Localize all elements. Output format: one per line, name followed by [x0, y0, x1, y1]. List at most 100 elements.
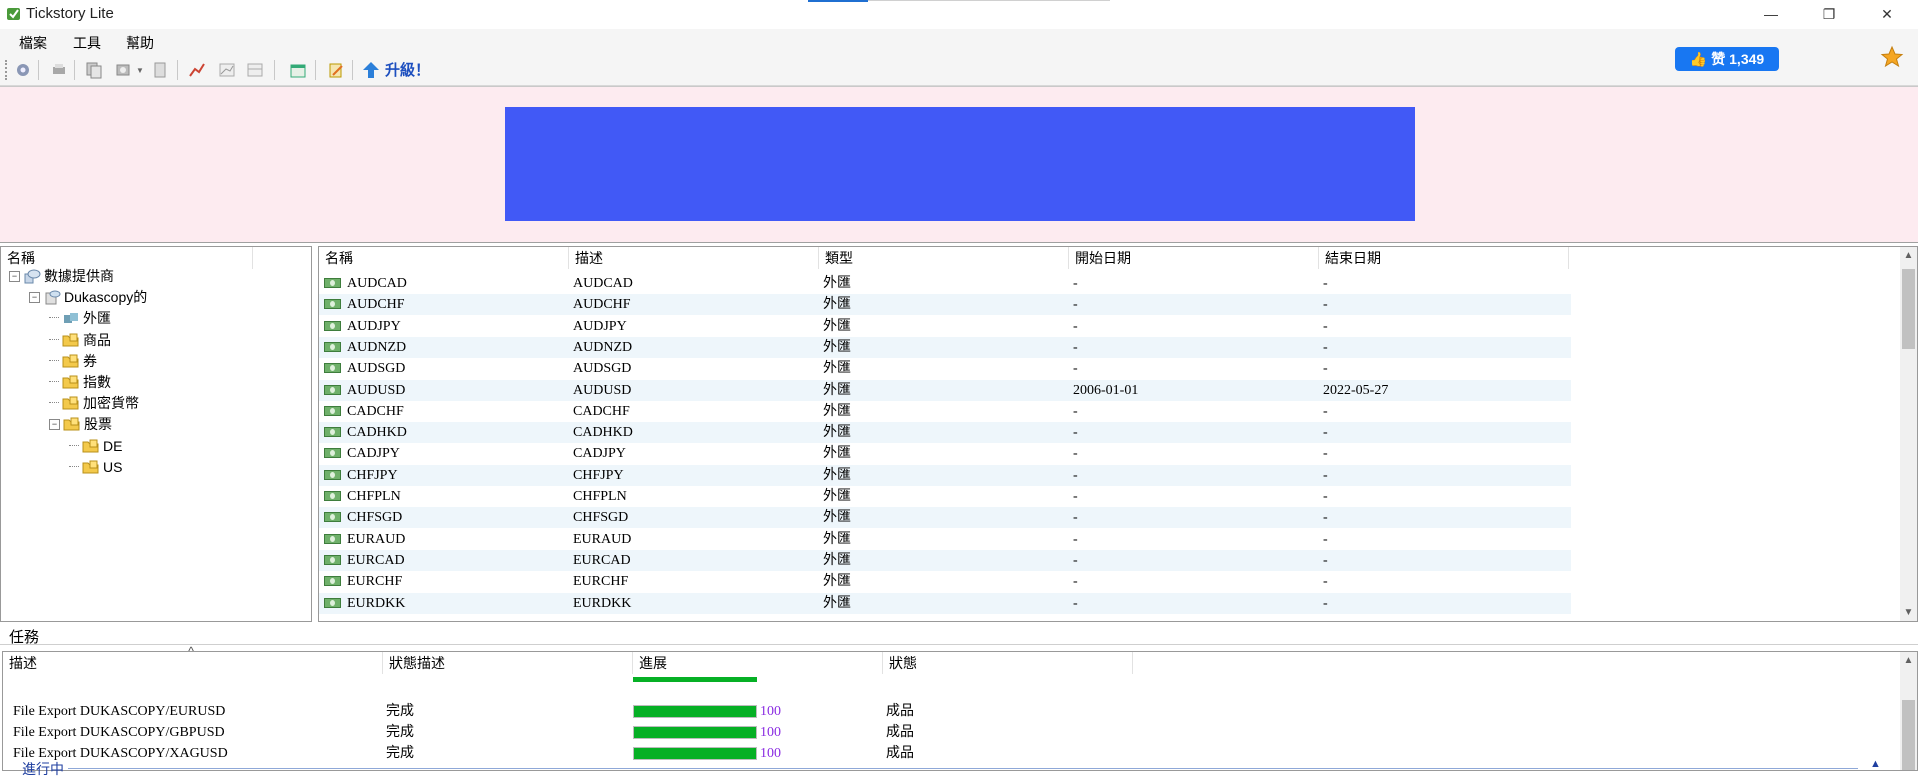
tree-item-label: 加密貨幣	[83, 395, 139, 412]
grid-row[interactable]: AUDSGD AUDSGD 外匯 - -	[319, 358, 1571, 379]
grid-cell: 外匯	[823, 489, 851, 504]
grid-row[interactable]: EURCHF EURCHF 外匯 - -	[319, 571, 1571, 592]
task-column-header[interactable]: 進展	[633, 652, 883, 674]
grid-cell: EURCAD	[347, 552, 405, 568]
task-column-header[interactable]: 狀態描述	[383, 652, 633, 674]
chart-line-icon[interactable]	[218, 61, 236, 79]
chart-edit-icon[interactable]	[188, 61, 206, 79]
upgrade-arrow-icon[interactable]	[362, 61, 380, 79]
settings-gear-icon[interactable]	[14, 61, 32, 79]
scroll-thumb[interactable]	[1902, 700, 1915, 770]
tree-collapse-icon[interactable]: −	[9, 270, 20, 282]
print-icon[interactable]	[50, 61, 68, 79]
task-progress-bar	[633, 726, 757, 740]
tree-item[interactable]: − Dukascopy的	[29, 287, 147, 307]
tree-item[interactable]: 指數	[49, 372, 111, 392]
grid-cell: -	[1073, 531, 1078, 547]
task-row[interactable]: File Export DUKASCOPY/XAGUSD 完成 100 成品	[3, 743, 1143, 764]
grid-row[interactable]: EURAUD EURAUD 外匯 - -	[319, 529, 1571, 550]
tree-item-label: 券	[83, 352, 97, 369]
tasks-vertical-scrollbar[interactable]: ▲	[1900, 652, 1917, 770]
grid-column-header[interactable]: 結束日期	[1319, 247, 1569, 269]
tree-item[interactable]: − 股票	[49, 414, 112, 434]
task-column-header[interactable]: 描述	[3, 652, 383, 674]
scroll-down-icon[interactable]: ▼	[1900, 604, 1917, 621]
menu-help[interactable]: 幫助	[126, 33, 154, 53]
scroll-up-icon[interactable]: ▲	[1900, 247, 1917, 264]
grid-column-header[interactable]: 描述	[569, 247, 819, 269]
forex-banknote-icon	[324, 512, 341, 523]
favorite-star-icon[interactable]	[1880, 45, 1904, 69]
grid-row[interactable]: AUDJPY AUDJPY 外匯 - -	[319, 316, 1571, 337]
grid-row[interactable]: AUDCAD AUDCAD 外匯 - -	[319, 273, 1571, 294]
grid-column-header[interactable]: 名稱	[319, 247, 569, 269]
tree-item[interactable]: 外匯	[49, 308, 111, 328]
edit-pencil-icon[interactable]	[327, 61, 345, 79]
forex-banknote-icon	[324, 278, 341, 288]
scroll-up-icon[interactable]: ▲	[1900, 652, 1917, 669]
copy-document-icon[interactable]	[85, 61, 103, 79]
grid-row[interactable]: AUDUSD AUDUSD 外匯 2006-01-01 2022-05-27	[319, 379, 1571, 401]
tree-item-label: Dukascopy的	[64, 289, 148, 306]
grid-column-header[interactable]: 開始日期	[1069, 247, 1319, 269]
export-dropdown-icon[interactable]	[115, 61, 133, 79]
grid-cell: -	[1323, 489, 1328, 504]
restore-button[interactable]: ❐	[1806, 0, 1852, 28]
grid-cell: -	[1323, 403, 1328, 419]
tree-item[interactable]: DE	[69, 436, 122, 456]
collapse-chevron-icon[interactable]: ▲	[1870, 758, 1881, 770]
ad-banner[interactable]	[505, 107, 1415, 221]
facebook-like-button[interactable]: 👍 赞 1,349	[1675, 47, 1779, 71]
task-description: File Export DUKASCOPY/GBPUSD	[13, 725, 225, 741]
grid-cell: EURAUD	[347, 531, 406, 547]
page-icon[interactable]	[151, 61, 169, 79]
grid-cell: CADHKD	[347, 425, 407, 441]
menu-file[interactable]: 檔案	[19, 33, 47, 53]
running-group-line	[68, 768, 1858, 769]
grid-row[interactable]: CHFPLN CHFPLN 外匯 - -	[319, 486, 1571, 507]
table-icon[interactable]	[246, 61, 264, 79]
grid-row[interactable]: CHFJPY CHFJPY 外匯 - -	[319, 464, 1571, 486]
task-column-header[interactable]: 狀態	[883, 652, 1133, 674]
minimize-button[interactable]: —	[1748, 0, 1794, 28]
upgrade-button[interactable]: 升級！	[385, 59, 430, 80]
grid-vertical-scrollbar[interactable]: ▲ ▼	[1900, 247, 1917, 621]
task-progress-fill	[634, 706, 756, 717]
forex-banknote-icon	[324, 554, 341, 565]
grid-row[interactable]: AUDCHF AUDCHF 外匯 - -	[319, 294, 1571, 316]
tree-item-label: 外匯	[83, 310, 111, 327]
task-row[interactable]: File Export DUKASCOPY/EURUSD 完成 100 成品	[3, 701, 1143, 722]
tree-connector	[49, 402, 59, 404]
grid-column-header[interactable]: 類型	[819, 247, 1069, 269]
grid-row[interactable]: CADJPY CADJPY 外匯 - -	[319, 443, 1571, 464]
grid-cell: -	[1323, 446, 1328, 462]
tree-collapse-icon[interactable]: −	[29, 291, 40, 303]
tree-item[interactable]: − 數據提供商	[9, 266, 114, 286]
forex-banknote-icon	[324, 491, 341, 501]
grid-row[interactable]: CADCHF CADCHF 外匯 - -	[319, 401, 1571, 422]
tree-item[interactable]: US	[69, 457, 122, 477]
close-button[interactable]: ✕	[1864, 0, 1910, 28]
tree-item[interactable]: 商品	[49, 330, 111, 350]
grid-cell: AUDSGD	[573, 361, 632, 377]
toolbar-separator	[177, 60, 178, 80]
tree-connector	[49, 338, 59, 341]
menu-tools[interactable]: 工具	[73, 33, 101, 53]
tree-item[interactable]: 券	[49, 351, 97, 371]
grid-row[interactable]: CHFSGD CHFSGD 外匯 - -	[319, 507, 1571, 529]
task-row[interactable]: File Export DUKASCOPY/GBPUSD 完成 100 成品	[3, 722, 1143, 743]
chevron-down-icon[interactable]: ▼	[136, 66, 144, 75]
calendar-add-icon[interactable]	[289, 61, 307, 79]
task-status-description: 完成	[386, 746, 414, 762]
grid-row[interactable]: CADHKD CADHKD 外匯 - -	[319, 422, 1571, 444]
provider-icon	[45, 290, 61, 305]
forex-banknote-icon	[324, 405, 341, 416]
grid-row[interactable]: EURCAD EURCAD 外匯 - -	[319, 549, 1571, 571]
grid-row[interactable]: AUDNZD AUDNZD 外匯 - -	[319, 336, 1571, 358]
tree-collapse-icon[interactable]: −	[49, 418, 60, 430]
grid-cell: 外匯	[823, 318, 851, 334]
tree-item-label: US	[103, 458, 123, 475]
scroll-thumb[interactable]	[1902, 269, 1915, 349]
grid-row[interactable]: EURDKK EURDKK 外匯 - -	[319, 592, 1571, 614]
tree-item[interactable]: 加密貨幣	[49, 393, 139, 413]
